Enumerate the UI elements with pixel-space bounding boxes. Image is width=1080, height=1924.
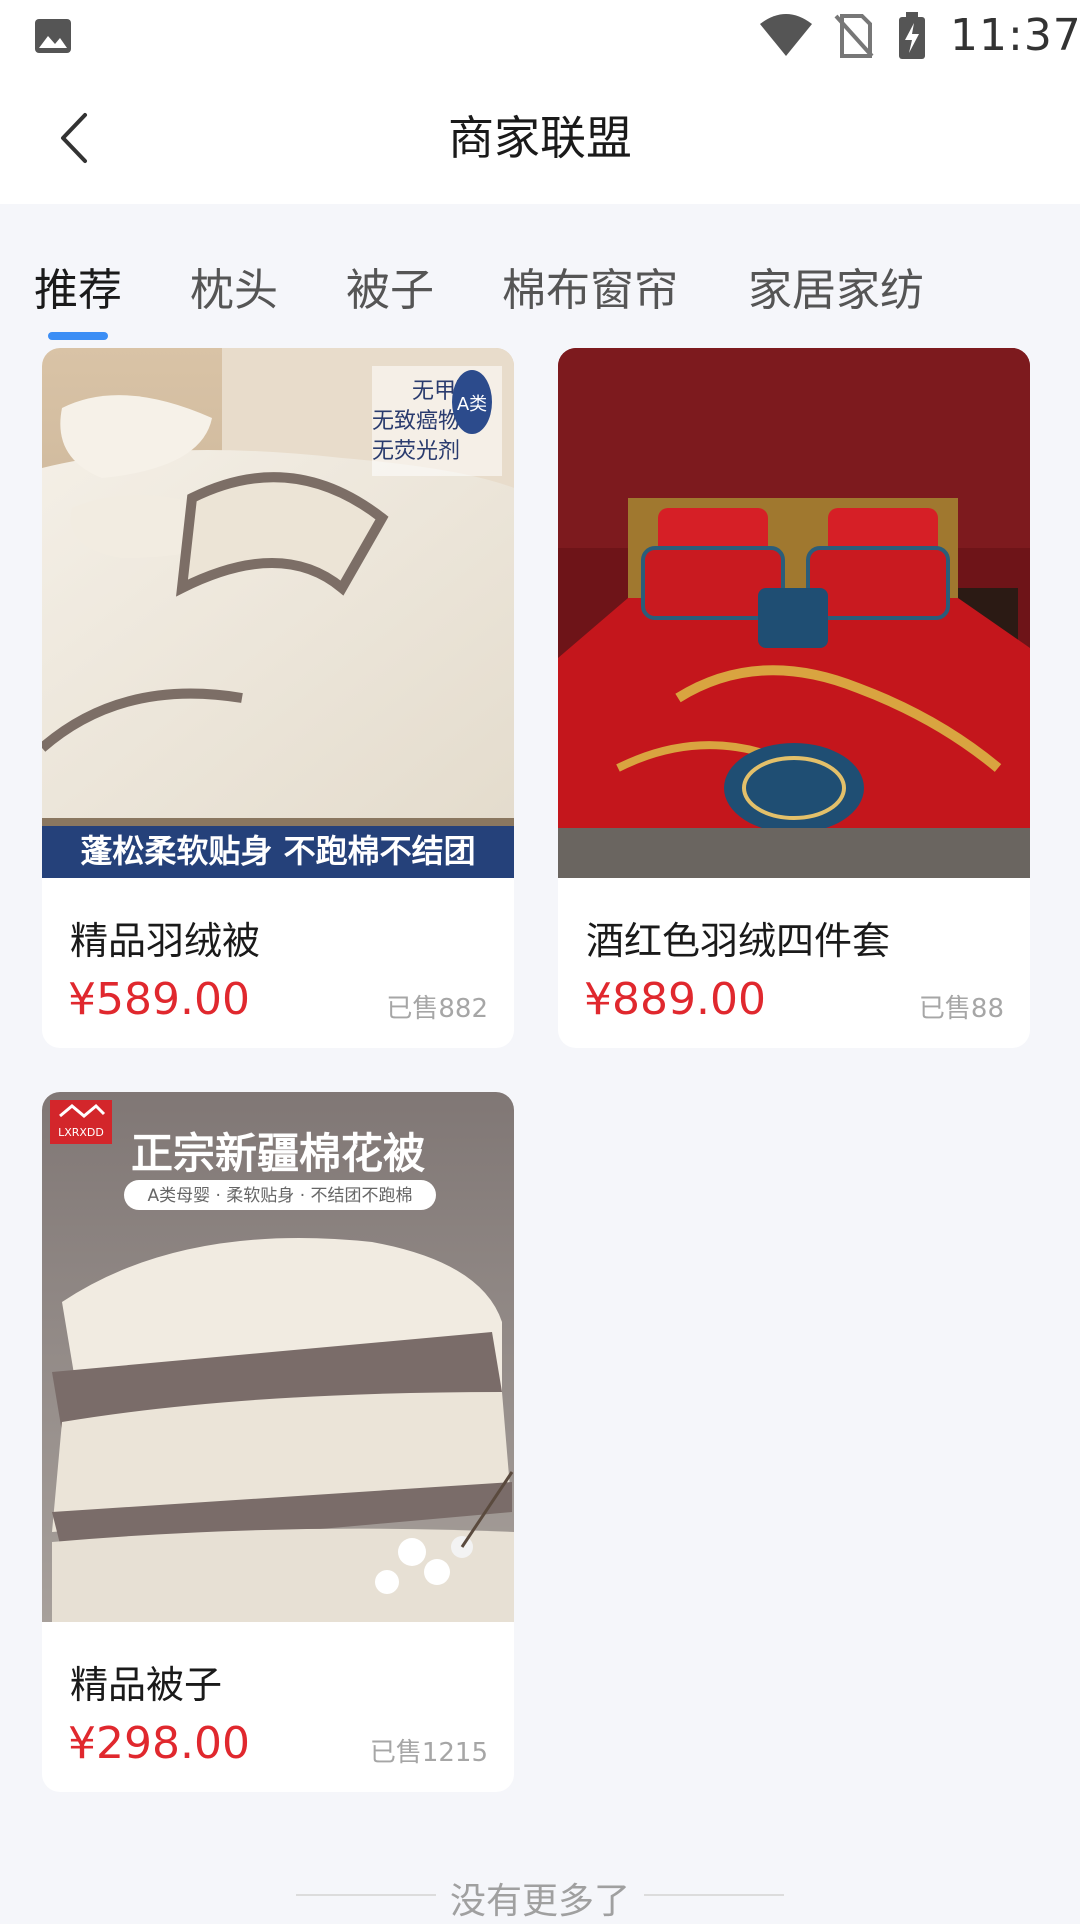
image-banner: 蓬松柔软贴身 不跑棉不结团 [80, 832, 475, 870]
wifi-icon [760, 14, 812, 56]
product-card[interactable]: LXRXDD 正宗新疆棉花被 A类母婴 · 柔软贴身 · 不结团不跑棉 精品被子… [42, 1092, 514, 1792]
product-card[interactable]: 无甲醛 无致癌物 无荧光剂 A类 蓬松柔软贴身 不跑棉不结团 精品羽绒被 ¥58… [42, 348, 514, 1048]
tab-pillow[interactable]: 枕头 [190, 254, 278, 318]
product-price: ¥298.00 [68, 1718, 250, 1769]
image-headline: 正宗新疆棉花被 [131, 1129, 425, 1178]
image-subline: A类母婴 · 柔软贴身 · 不结团不跑棉 [147, 1186, 412, 1206]
page-title: 商家联盟 [448, 111, 632, 165]
tab-curtain[interactable]: 棉布窗帘 [502, 254, 678, 318]
battery-charging-icon [899, 12, 925, 59]
gallery-icon [35, 19, 71, 53]
brand-logo: LXRXDD [58, 1126, 104, 1139]
no-sim-icon [834, 14, 874, 58]
product-sold-count: 已售882 [386, 994, 488, 1024]
image-tag-line-2: 无致癌物 [372, 409, 460, 434]
tab-indicator [48, 332, 108, 340]
product-image-red-bedding-set[interactable] [558, 348, 1030, 878]
tab-recommended[interactable]: 推荐 [34, 254, 122, 318]
image-badge: A类 [457, 394, 487, 415]
product-name: 精品羽绒被 [70, 919, 261, 963]
image-tag-line-3: 无荧光剂 [372, 439, 460, 464]
product-name: 酒红色羽绒四件套 [586, 919, 891, 963]
product-sold-count: 已售88 [918, 994, 1004, 1024]
tab-quilt[interactable]: 被子 [346, 254, 434, 318]
product-name: 精品被子 [70, 1663, 223, 1707]
tab-home-textile[interactable]: 家居家纺 [748, 254, 924, 318]
product-price: ¥889.00 [584, 974, 766, 1025]
product-card[interactable]: 酒红色羽绒四件套 ¥889.00 已售88 [558, 348, 1030, 1048]
title-bar: 商家联盟 [0, 72, 1080, 204]
status-bar: 11:37 [0, 0, 1080, 72]
product-price: ¥589.00 [68, 974, 250, 1025]
product-image-down-quilt[interactable]: 无甲醛 无致癌物 无荧光剂 A类 蓬松柔软贴身 不跑棉不结团 [42, 348, 514, 878]
product-image-cotton-quilt[interactable]: LXRXDD 正宗新疆棉花被 A类母婴 · 柔软贴身 · 不结团不跑棉 [42, 1092, 514, 1622]
category-tabs: 推荐 枕头 被子 棉布窗帘 家居家纺 [0, 204, 1080, 344]
clock: 11:37 [950, 10, 1080, 61]
product-sold-count: 已售1215 [369, 1738, 488, 1768]
no-more-text: 没有更多了 [449, 1881, 630, 1922]
end-of-list: 没有更多了 [0, 1870, 1080, 1922]
